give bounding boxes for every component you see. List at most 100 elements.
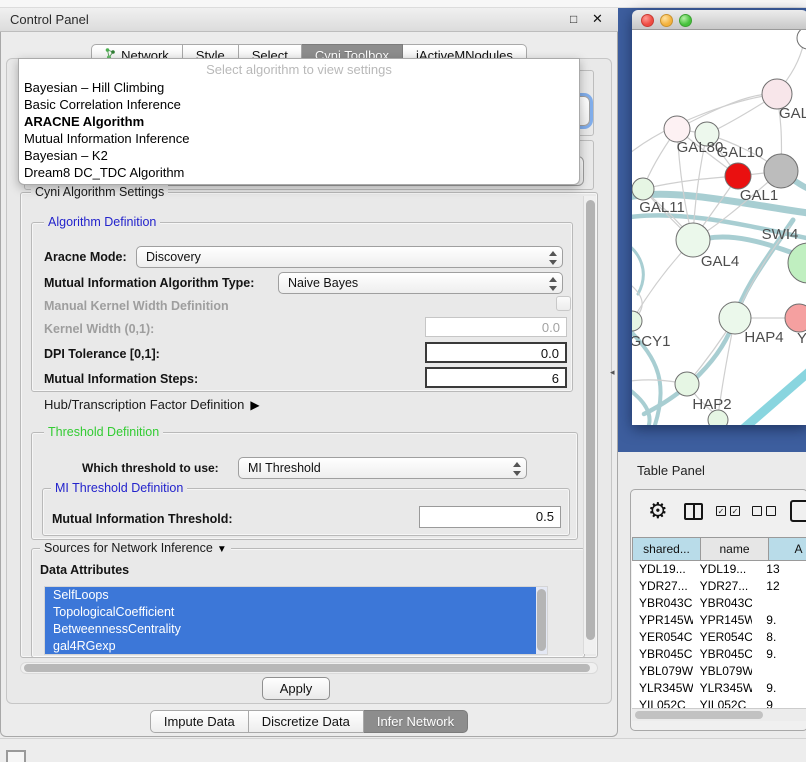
mi-algorithm-type-value: Naive Bayes <box>288 276 358 290</box>
network-node-gal1[interactable] <box>725 163 751 189</box>
aracne-mode-label: Aracne Mode: <box>44 250 127 264</box>
column-header-name[interactable]: name <box>701 537 769 561</box>
settings-vertical-scrollbar-thumb[interactable] <box>586 200 595 640</box>
table-cell[interactable]: YER054C <box>632 629 693 646</box>
group-title: Threshold Definition <box>44 425 163 439</box>
table-row[interactable]: YBL079WYBL079W <box>632 663 806 680</box>
network-canvas[interactable]: GALGAL80GAL10GAL1GAL11GAL4SWI4GCY1HAP4YH… <box>632 30 806 425</box>
close-traffic-light-icon[interactable] <box>641 14 654 27</box>
table-row[interactable]: YIL052CYIL052C9 <box>632 697 806 708</box>
gear-icon[interactable]: ⚙ <box>648 498 668 524</box>
mi-threshold-field[interactable]: 0.5 <box>419 506 561 528</box>
collapse-down-arrow-icon[interactable]: ▼ <box>217 544 227 555</box>
table-row[interactable]: YDR27...YDR27...12 <box>632 578 806 595</box>
docked-panel-icon[interactable] <box>6 750 26 762</box>
table-cell[interactable]: YPR145W <box>632 612 693 629</box>
control-panel-titlebar: Control Panel □ ✕ <box>0 8 618 32</box>
algorithm-option-bayesian-k2[interactable]: Bayesian – K2 <box>19 147 579 164</box>
table-header: shared...nameA <box>632 537 806 561</box>
which-threshold-combo[interactable]: MI Threshold <box>238 457 527 479</box>
export-table-icon[interactable] <box>790 500 806 522</box>
table-cell[interactable]: YER054C <box>693 629 753 646</box>
apply-button[interactable]: Apply <box>262 677 330 700</box>
table-cell[interactable]: 9. <box>752 680 806 697</box>
table-cell[interactable]: YIL052C <box>632 697 693 708</box>
table-cell[interactable]: YPR145W <box>693 612 753 629</box>
settings-horizontal-scrollbar-thumb[interactable] <box>24 664 590 672</box>
network-node-label: GCY1 <box>632 333 670 350</box>
algorithm-option-aracne-algorithm[interactable]: ARACNE Algorithm <box>19 113 579 130</box>
dpi-tolerance-field[interactable]: 0.0 <box>425 342 567 363</box>
table-cell[interactable] <box>752 663 806 680</box>
window-title: Control Panel <box>10 12 89 27</box>
table-cell[interactable]: 9. <box>752 612 806 629</box>
splitter-collapse-icon[interactable]: ◂ <box>610 367 615 378</box>
mi-algorithm-type-combo[interactable]: Naive Bayes <box>278 272 563 294</box>
network-node-gcy1[interactable] <box>632 311 642 331</box>
table-cell[interactable]: 8. <box>752 629 806 646</box>
table-cell[interactable]: YBL079W <box>693 663 753 680</box>
table-cell[interactable]: YBR045C <box>693 646 753 663</box>
network-node[interactable] <box>797 30 806 49</box>
float-window-icon[interactable]: □ <box>570 12 577 26</box>
table-row[interactable]: YER054CYER054C8. <box>632 629 806 646</box>
zoom-traffic-light-icon[interactable] <box>679 14 692 27</box>
columns-icon[interactable] <box>684 503 703 520</box>
table-cell[interactable]: YDL19... <box>693 561 753 578</box>
table-cell[interactable]: YBR043C <box>693 595 753 612</box>
network-node-y[interactable] <box>785 304 806 332</box>
algorithm-option-basic-correlation-inference[interactable]: Basic Correlation Inference <box>19 96 579 113</box>
screen: Control Panel □ ✕ NetworkStyleSelectCyni… <box>0 0 806 762</box>
table-cell[interactable]: YBR045C <box>632 646 693 663</box>
network-node[interactable] <box>764 154 798 188</box>
table-row[interactable]: YBR045CYBR045C9. <box>632 646 806 663</box>
network-node-gal11[interactable] <box>632 178 654 200</box>
table-cell[interactable]: YDR27... <box>693 578 753 595</box>
table-cell[interactable]: YBL079W <box>632 663 693 680</box>
table-cell[interactable]: YBR043C <box>632 595 693 612</box>
mi-threshold-label: Mutual Information Threshold: <box>52 512 233 526</box>
tab-infer-network[interactable]: Infer Network <box>364 710 468 733</box>
attribute-item-betweennesscentrality[interactable]: BetweennessCentrality <box>45 621 547 638</box>
minimize-traffic-light-icon[interactable] <box>660 14 673 27</box>
network-node-swi4[interactable] <box>788 243 806 283</box>
group-title: MI Threshold Definition <box>51 481 187 495</box>
table-cell[interactable]: 9 <box>752 697 806 708</box>
table-row[interactable]: YLR345WYLR345W9. <box>632 680 806 697</box>
show-columns-icon[interactable]: ✓✓ <box>716 506 740 516</box>
algorithm-option-bayesian-hill-climbing[interactable]: Bayesian – Hill Climbing <box>19 79 579 96</box>
hub-definition-expander[interactable]: Hub/Transcription Factor Definition▶ <box>44 397 260 412</box>
list-scrollbar-thumb[interactable] <box>537 589 546 651</box>
table-cell[interactable]: 12 <box>752 578 806 595</box>
aracne-mode-combo[interactable]: Discovery <box>136 246 563 268</box>
attribute-item-gal4rgexp[interactable]: gal4RGexp <box>45 638 547 655</box>
tab-impute-data[interactable]: Impute Data <box>150 710 249 733</box>
table-row[interactable]: YDL19...YDL19...13 <box>632 561 806 578</box>
table-row[interactable]: YPR145WYPR145W9. <box>632 612 806 629</box>
close-icon[interactable]: ✕ <box>592 11 603 27</box>
attribute-item-selfloops[interactable]: SelfLoops <box>45 587 547 604</box>
table-cell[interactable]: YDR27... <box>632 578 693 595</box>
algorithm-placeholder: Select algorithm to view settings <box>19 61 579 79</box>
network-node-gal4[interactable] <box>676 223 710 257</box>
table-cell[interactable]: YLR345W <box>632 680 693 697</box>
mi-steps-field[interactable]: 6 <box>425 367 567 388</box>
table-cell[interactable]: YDL19... <box>632 561 693 578</box>
column-header-a[interactable]: A <box>769 537 806 561</box>
table-cell[interactable] <box>752 595 806 612</box>
table-cell[interactable]: 13 <box>752 561 806 578</box>
column-header-shared[interactable]: shared... <box>632 537 701 561</box>
tab-discretize-data[interactable]: Discretize Data <box>249 710 364 733</box>
table-cell[interactable]: YIL052C <box>693 697 753 708</box>
algorithm-option-dream8-dc-tdc-algorithm[interactable]: Dream8 DC_TDC Algorithm <box>19 164 579 181</box>
kernel-width-field[interactable]: 0.0 <box>425 317 567 337</box>
manual-kernel-checkbox[interactable] <box>556 296 571 311</box>
table-row[interactable]: YBR043CYBR043C <box>632 595 806 612</box>
attribute-item-topologicalcoefficient[interactable]: TopologicalCoefficient <box>45 604 547 621</box>
table-cell[interactable]: YLR345W <box>693 680 753 697</box>
table-horizontal-scrollbar-thumb[interactable] <box>635 711 763 719</box>
hide-columns-icon[interactable] <box>752 506 776 516</box>
table-cell[interactable]: 9. <box>752 646 806 663</box>
algorithm-option-mutual-information-inference[interactable]: Mutual Information Inference <box>19 130 579 147</box>
network-node-hap2[interactable] <box>675 372 699 396</box>
